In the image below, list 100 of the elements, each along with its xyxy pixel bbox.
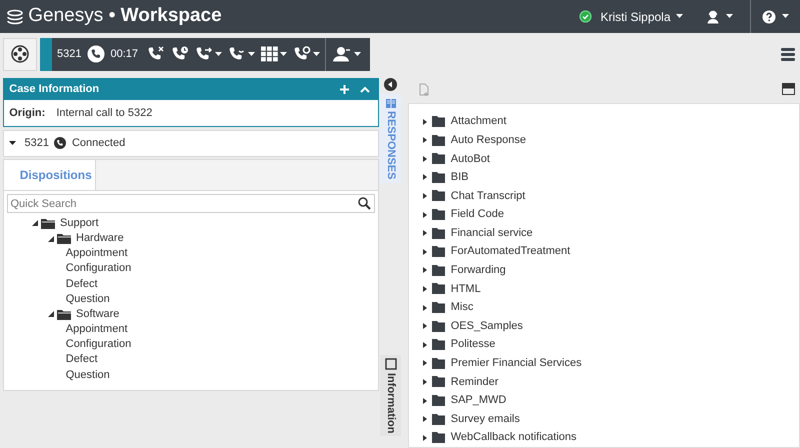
tree-item[interactable]: Auto Response xyxy=(450,130,526,150)
tree-toggle[interactable] xyxy=(422,174,427,180)
field-label: Origin: xyxy=(9,106,46,120)
expand-triangle-icon xyxy=(422,212,427,218)
person-add-icon xyxy=(332,46,352,62)
book-icon xyxy=(384,96,396,108)
tree-toggle[interactable] xyxy=(422,118,427,125)
open-folder-icon xyxy=(40,218,54,229)
caret-icon xyxy=(676,14,683,19)
tree-toggle[interactable] xyxy=(422,212,427,218)
collapse-panel-button[interactable] xyxy=(384,78,397,91)
phone-x-icon xyxy=(146,46,165,62)
call-status: Connected xyxy=(72,136,126,151)
tree-toggle[interactable] xyxy=(422,342,427,348)
logo-icon xyxy=(6,8,26,24)
tree-item[interactable]: Premier Financial Services xyxy=(450,354,582,373)
tree-item[interactable]: AutoBot xyxy=(450,150,490,168)
tree-item[interactable]: SAP_MWD xyxy=(450,391,506,410)
tree-item[interactable]: Financial service xyxy=(450,224,533,242)
tree-toggle[interactable] xyxy=(422,230,427,236)
chevron-up-icon xyxy=(360,86,370,93)
search-icon xyxy=(358,197,371,210)
tree-toggle[interactable] xyxy=(422,137,427,144)
search-field[interactable]: Quick Search xyxy=(6,194,375,213)
caret-icon xyxy=(280,52,287,56)
tree-item[interactable]: Appointment xyxy=(66,322,128,338)
tree-item[interactable]: Misc xyxy=(450,298,474,317)
tree-item[interactable]: HTML xyxy=(450,280,481,298)
tree-item[interactable]: Question xyxy=(66,292,110,307)
tree-item[interactable]: Support xyxy=(60,216,99,231)
menu-button[interactable] xyxy=(780,48,794,60)
tree-toggle[interactable] xyxy=(422,267,427,274)
folder-icon xyxy=(432,134,446,146)
expand-button[interactable] xyxy=(9,140,16,146)
folder-icon xyxy=(432,153,446,164)
tree-toggle[interactable] xyxy=(48,311,54,318)
tree-toggle[interactable] xyxy=(422,378,427,385)
tree-item[interactable]: Chat Transcript xyxy=(450,186,526,206)
expand-triangle-icon xyxy=(422,248,427,255)
folder-icon xyxy=(432,432,446,444)
tree-item[interactable]: ForAutomatedTreatment xyxy=(450,242,570,262)
collapse-button[interactable] xyxy=(360,86,370,93)
tree-item[interactable]: OES_Samples xyxy=(450,316,523,336)
tree-item[interactable]: Defect xyxy=(66,276,98,292)
layout-button[interactable] xyxy=(782,83,794,96)
expand-triangle-icon xyxy=(422,267,427,274)
tree-toggle[interactable] xyxy=(48,236,54,242)
tree-toggle[interactable] xyxy=(422,286,427,292)
expand-triangle-icon xyxy=(422,192,427,199)
tree-toggle[interactable] xyxy=(422,416,427,422)
tree-toggle[interactable] xyxy=(422,434,427,441)
tree-item[interactable]: Field Code xyxy=(450,205,504,224)
tree-item[interactable]: Appointment xyxy=(66,246,128,262)
user-menu-button[interactable]: Kristi Sippola xyxy=(594,6,689,26)
tree-toggle[interactable] xyxy=(422,360,427,366)
call-number: 5321 xyxy=(57,46,82,62)
tree-toggle[interactable] xyxy=(422,398,427,404)
information-tab[interactable]: Information xyxy=(380,354,401,436)
field-value: Internal call to 5322 xyxy=(56,106,152,120)
tree-item[interactable]: Configuration xyxy=(66,261,132,277)
add-button[interactable] xyxy=(340,84,348,94)
caret-icon xyxy=(312,52,320,56)
tree-toggle[interactable] xyxy=(422,248,427,255)
folder-icon xyxy=(432,358,446,369)
expand-triangle-icon xyxy=(422,323,427,330)
tree-item[interactable]: Question xyxy=(66,368,110,383)
menu-icon xyxy=(780,48,794,60)
collapse-triangle-icon xyxy=(32,220,38,226)
tree-toggle[interactable] xyxy=(422,323,427,330)
folder-icon xyxy=(432,172,446,183)
split-view-icon xyxy=(782,83,794,96)
wheel-icon xyxy=(10,45,29,63)
tree-item[interactable]: Configuration xyxy=(66,337,132,352)
folder-icon xyxy=(432,209,446,220)
tree-toggle[interactable] xyxy=(422,156,427,162)
folder-icon xyxy=(432,246,446,258)
folder-icon xyxy=(432,320,446,332)
tree-item[interactable]: Politesse xyxy=(450,335,496,354)
folder-icon xyxy=(432,116,446,128)
tree-item[interactable]: WebCallback notifications xyxy=(450,428,576,447)
expand-triangle-icon xyxy=(422,360,427,366)
tree-item[interactable]: Survey emails xyxy=(450,410,520,428)
tree-item[interactable]: BIB xyxy=(450,168,468,187)
main-menu-button[interactable] xyxy=(2,38,37,70)
expand-triangle-icon xyxy=(422,286,427,292)
tree-item[interactable]: Software xyxy=(76,306,120,322)
tree-item[interactable]: Hardware xyxy=(76,230,124,246)
tree-toggle[interactable] xyxy=(422,192,427,199)
tree-item[interactable]: Defect xyxy=(66,352,98,368)
collapse-triangle-icon xyxy=(48,311,54,318)
caret-icon xyxy=(726,14,732,19)
phone-circle-icon xyxy=(292,46,311,62)
tree-item[interactable]: Attachment xyxy=(450,112,506,131)
tree-item[interactable]: Reminder xyxy=(450,372,498,392)
tree-toggle[interactable] xyxy=(32,220,38,226)
expand-triangle-icon xyxy=(422,398,427,404)
tree-item[interactable]: Forwarding xyxy=(450,261,506,280)
folder-icon xyxy=(432,302,446,314)
folder-icon xyxy=(432,190,446,202)
tree-toggle[interactable] xyxy=(422,304,427,311)
